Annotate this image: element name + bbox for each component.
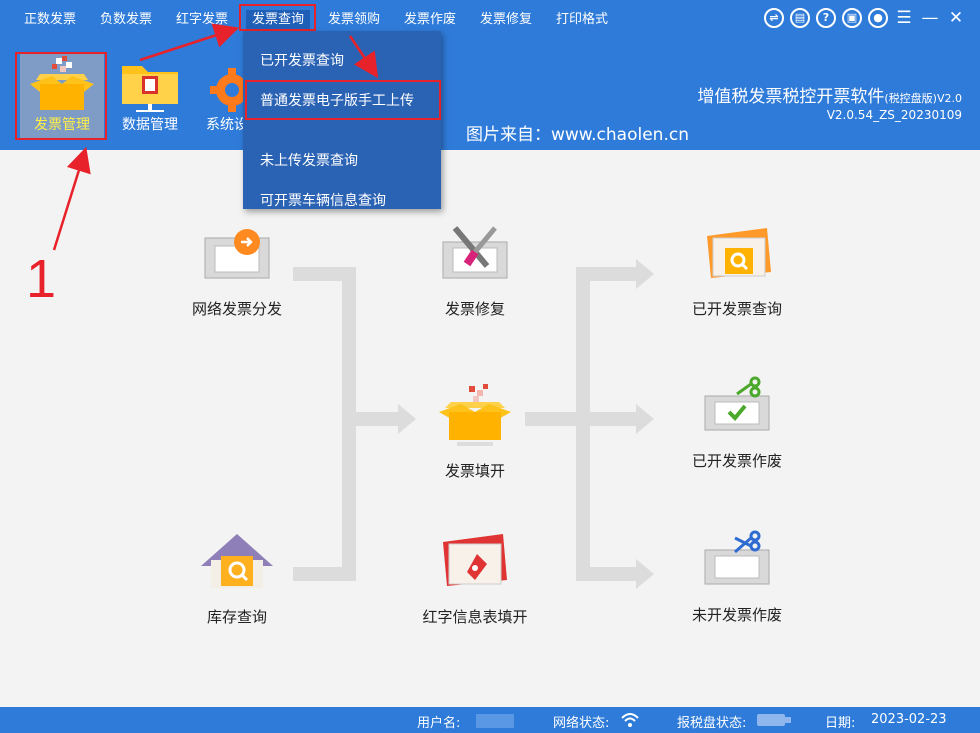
status-date-label: 日期: [825, 716, 856, 731]
toolbar-label: 发票管理 [34, 117, 90, 133]
func-label: 红字信息表填开 [422, 608, 528, 626]
dropdown-not-uploaded-query[interactable]: 未上传发票查询 [243, 141, 441, 181]
invoice-box-icon [439, 384, 511, 446]
invoice-query-dropdown: 已开发票查询 普通发票电子版手工上传 未上传发票查询 可开票车辆信息查询 [243, 31, 441, 209]
invoice-export-icon [204, 229, 270, 279]
invoice-search-icon [707, 228, 771, 278]
func-network-distribution[interactable]: 网络发票分发 [167, 222, 307, 320]
menu-red-invoice[interactable]: 红字发票 [176, 10, 228, 30]
status-user-value [476, 714, 514, 728]
scissors-check-icon [704, 376, 770, 431]
wrench-screwdriver-icon [442, 226, 508, 279]
menu-invoice-void[interactable]: 发票作废 [404, 10, 456, 30]
menu-invoice-query[interactable]: 发票查询 [246, 10, 311, 30]
lock-icon[interactable]: ▣ [842, 8, 862, 28]
gear-icon [210, 68, 246, 112]
func-unissued-void[interactable]: 未开发票作废 [667, 528, 807, 626]
func-issued-query[interactable]: 已开发票查询 [667, 222, 807, 320]
status-disk-label: 报税盘状态: [677, 716, 747, 731]
toolbar-data-management[interactable]: 数据管理 [108, 52, 192, 138]
folder-icon [122, 66, 178, 112]
func-label: 未开发票作废 [691, 606, 782, 624]
toolbar-label: 系统设 [206, 117, 246, 133]
minimize-icon[interactable]: — [920, 8, 940, 28]
tax-disk-icon [757, 714, 791, 726]
func-red-info-form[interactable]: 红字信息表填开 [405, 530, 545, 628]
func-inventory-query[interactable]: 库存查询 [167, 530, 307, 628]
func-label: 发票填开 [444, 462, 505, 480]
func-label: 已开发票查询 [691, 300, 782, 318]
help-icon[interactable]: ? [816, 8, 836, 28]
menu-print-format[interactable]: 打印格式 [556, 10, 608, 30]
func-label: 发票修复 [444, 300, 505, 318]
close-icon[interactable]: ✕ [946, 8, 966, 28]
func-label: 已开发票作废 [691, 452, 782, 470]
toolbar-invoice-management[interactable]: 发票管理 [20, 52, 104, 138]
document-icon[interactable]: ▤ [790, 8, 810, 28]
house-search-icon [201, 534, 273, 588]
step-number: 1 [26, 249, 57, 309]
func-label: 库存查询 [206, 608, 267, 626]
user-icon[interactable]: ● [868, 8, 888, 28]
source-watermark: 图片来自：www.chaolen.cn [466, 125, 689, 145]
invoice-box-icon [30, 56, 94, 110]
scissors-icon [704, 530, 770, 585]
dropdown-vehicle-info-query[interactable]: 可开票车辆信息查询 [243, 181, 441, 221]
menu-invoice-purchase[interactable]: 发票领购 [328, 10, 380, 30]
status-bar: 用户名: 网络状态: 报税盘状态: 日期: 2023-02-23 [0, 707, 980, 733]
dropdown-manual-upload[interactable]: 普通发票电子版手工上传 [243, 81, 441, 121]
red-form-pen-icon [443, 534, 507, 586]
arrow-to-toolbar [52, 146, 91, 251]
app-title: 增值税发票税控开票软件(税控盘版)V2.0 [697, 87, 962, 107]
switch-icon[interactable]: ⇌ [764, 8, 784, 28]
wifi-icon [621, 713, 639, 727]
func-issued-void[interactable]: 已开发票作废 [667, 374, 807, 472]
app-version: V2.0.54_ZS_20230109 [826, 108, 962, 122]
menu-negative-invoice[interactable]: 负数发票 [100, 10, 152, 30]
menu-icon[interactable]: ☰ [894, 8, 914, 28]
dropdown-issued-query[interactable]: 已开发票查询 [243, 41, 441, 81]
menu-positive-invoice[interactable]: 正数发票 [24, 10, 76, 30]
func-invoice-fill[interactable]: 发票填开 [405, 384, 545, 482]
status-network-label: 网络状态: [553, 716, 610, 731]
app-title-suffix: (税控盘版)V2.0 [884, 92, 962, 105]
toolbar-label: 数据管理 [122, 117, 178, 133]
menu-bar: 正数发票 负数发票 红字发票 发票查询 发票领购 发票作废 发票修复 打印格式 … [0, 0, 980, 38]
header: 正数发票 负数发票 红字发票 发票查询 发票领购 发票作废 发票修复 打印格式 … [0, 0, 980, 150]
toolbar-system-settings[interactable]: 系统设 [196, 52, 246, 138]
status-date-value: 2023-02-23 [871, 712, 947, 727]
func-invoice-repair[interactable]: 发票修复 [405, 222, 545, 320]
menu-invoice-repair[interactable]: 发票修复 [480, 10, 532, 30]
func-label: 网络发票分发 [191, 300, 282, 318]
status-user-label: 用户名: [417, 716, 461, 731]
window-controls: ⇌ ▤ ? ▣ ● ☰ — ✕ [764, 8, 966, 30]
